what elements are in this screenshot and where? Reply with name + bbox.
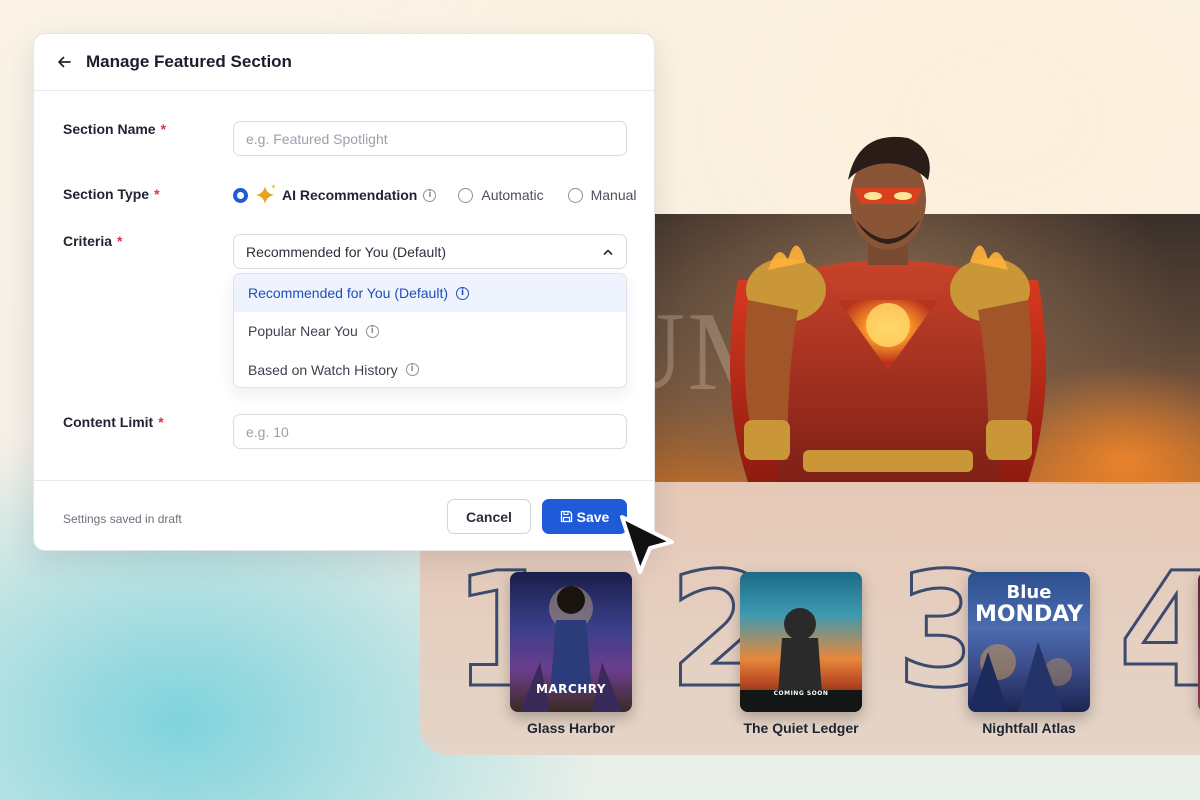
required-marker: * [160, 121, 167, 137]
info-icon[interactable]: i [456, 286, 469, 300]
sparkle-icon [256, 184, 276, 204]
content-limit-input[interactable] [233, 414, 627, 449]
content-limit-label-text: Content Limit [63, 414, 154, 430]
save-button[interactable]: Save [542, 499, 627, 534]
mouse-pointer-icon [620, 515, 674, 574]
poster-image[interactable]: Blue MONDAY [968, 572, 1090, 712]
cancel-button[interactable]: Cancel [447, 499, 531, 534]
section-name-input[interactable] [233, 121, 627, 156]
manage-featured-section-modal: Manage Featured Section Section Name* Se… [33, 33, 655, 551]
option-label: Popular Near You [248, 323, 358, 340]
hero-character-image [708, 130, 1068, 485]
criteria-label: Criteria * [63, 233, 122, 249]
modal-footer: Settings saved in draft Cancel Save [34, 480, 654, 551]
modal-title: Manage Featured Section [86, 52, 292, 71]
criteria-select[interactable]: Recommended for You (Default) [233, 234, 627, 269]
save-button-label: Save [576, 508, 610, 525]
item-title: The Quiet Ledger [743, 720, 859, 736]
item-title: Nightfall Atlas [982, 720, 1076, 736]
section-name-label-text: Section Name [63, 121, 156, 137]
ranked-item[interactable]: 2 COMING SOON The Quiet Ledger [667, 551, 908, 746]
info-icon[interactable]: i [405, 363, 419, 377]
criteria-selected-value: Recommended for You (Default) [246, 243, 446, 260]
ranked-item[interactable]: 1 MARCHRY Glass Harbor [451, 551, 692, 746]
section-type-radio-group: AI Recommendation i Automatic Manual [233, 184, 637, 206]
radio-button-checked[interactable] [233, 187, 248, 203]
poster-image[interactable]: MARCHRY [510, 572, 632, 712]
criteria-option-popular-near-you[interactable]: Popular Near You i [234, 312, 626, 350]
section-name-label: Section Name * [63, 121, 166, 137]
poster-title-text: MARCHRY [535, 682, 607, 696]
item-title: Glass Harbor [527, 720, 615, 736]
option-label: Recommended for You (Default) [248, 285, 448, 302]
automatic-label: Automatic [481, 187, 544, 203]
section-type-label: Section Type * [63, 186, 160, 202]
info-icon[interactable]: i [423, 188, 437, 202]
back-button[interactable] [54, 52, 74, 72]
content-limit-label: Content Limit * [63, 414, 164, 430]
info-icon[interactable]: i [365, 324, 379, 338]
ranked-item[interactable]: 4 [1118, 566, 1200, 746]
radio-button[interactable] [458, 187, 474, 203]
modal-header: Manage Featured Section [34, 34, 654, 91]
poster-title-text: COMING SOON [773, 690, 829, 697]
rank-number: 4 [1118, 566, 1200, 723]
criteria-label-text: Criteria [63, 233, 113, 249]
chevron-up-icon [603, 249, 613, 255]
poster-image[interactable]: COMING SOON [740, 572, 862, 712]
radio-ai-recommendation[interactable]: AI Recommendation i [233, 183, 437, 207]
criteria-dropdown-menu: Recommended for You (Default) i Popular … [233, 273, 627, 388]
criteria-option-recommended[interactable]: Recommended for You (Default) i [234, 274, 626, 313]
required-marker: * [154, 186, 160, 202]
ai-recommendation-label: AI Recommendation [282, 187, 418, 203]
radio-button[interactable] [567, 187, 583, 203]
required-marker: * [117, 233, 123, 249]
required-marker: * [158, 414, 164, 430]
section-type-label-text: Section Type [63, 186, 150, 202]
floppy-disk-icon [560, 510, 572, 523]
ranked-item[interactable]: 3 Blue MONDAY Nightfall Atlas [895, 551, 1136, 746]
poster-title-bottom: MONDAY [974, 602, 1084, 627]
radio-manual[interactable]: Manual [567, 187, 637, 203]
criteria-option-watch-history[interactable]: Based on Watch History i [234, 351, 626, 387]
manual-label: Manual [590, 187, 637, 203]
poster-title-top: Blue [1006, 582, 1052, 603]
top-ranked-row: 1 MARCHRY Glass Harbor 2 COMING SOON The… [451, 551, 1200, 746]
draft-status-text: Settings saved in draft [63, 512, 182, 526]
option-label: Based on Watch History [248, 361, 398, 378]
radio-automatic[interactable]: Automatic [458, 187, 544, 203]
arrow-left-icon [58, 56, 71, 68]
